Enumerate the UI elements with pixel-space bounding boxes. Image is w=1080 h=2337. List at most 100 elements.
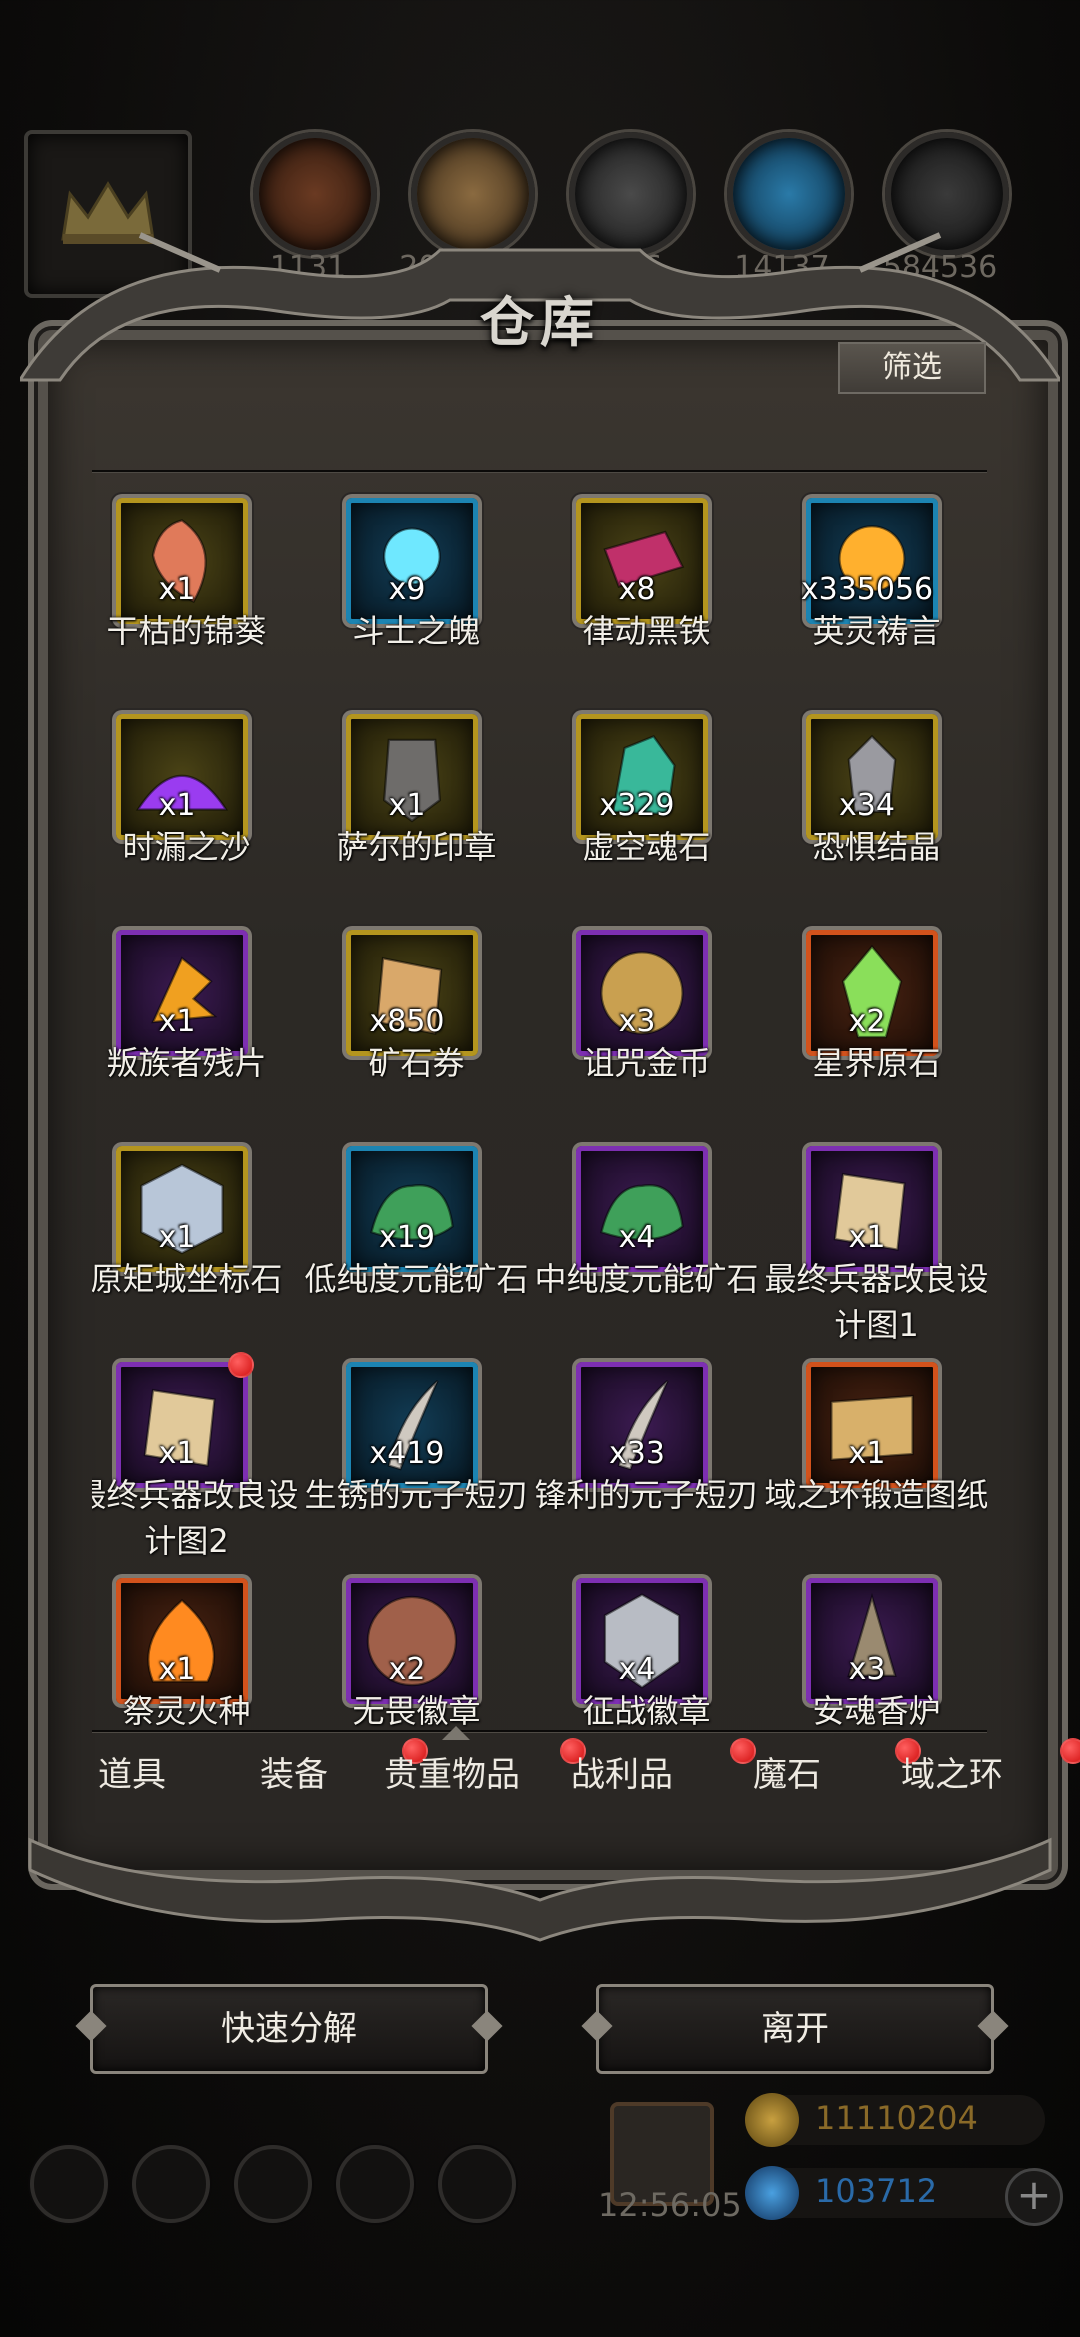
item-slot[interactable]: x4 中纯度元能矿石 [534, 1128, 759, 1338]
item-name: 星界原石 [812, 1044, 941, 1082]
item-name: 矿石券 [368, 1044, 465, 1082]
item-name: 低纯度元能矿石 [304, 1260, 529, 1298]
item-slot[interactable]: x329 虚空魂石 [534, 696, 759, 906]
item-name: 生锈的元子短刃 [304, 1476, 529, 1514]
item-slot[interactable]: x335056 英灵祷言 [764, 480, 987, 690]
item-name: 英灵祷言 [812, 612, 941, 650]
item-name: 域之环锻造图纸 [764, 1476, 987, 1514]
pentagram-icon[interactable] [132, 2145, 210, 2223]
item-slot[interactable]: x419 生锈的元子短刃 [304, 1344, 529, 1554]
item-quantity: x34 [839, 788, 895, 823]
item-slot[interactable]: x1 干枯的锦葵 [92, 480, 299, 690]
gold-value: 11110204 [815, 2099, 978, 2137]
item-name: 律动黑铁 [582, 612, 711, 650]
item-slot[interactable]: x2 无畏徽章 [304, 1560, 529, 1730]
gold-coin-icon [745, 2093, 799, 2147]
item-slot[interactable]: x9 斗士之魄 [304, 480, 529, 690]
tab-1[interactable]: 装备 [214, 1742, 374, 1808]
quick-decompose-button[interactable]: 快速分解 [90, 1984, 488, 2074]
gem-counter: 103712 [745, 2166, 1045, 2220]
item-slot[interactable]: x1 域之环锻造图纸 [764, 1344, 987, 1554]
item-name: 中纯度元能矿石 [534, 1260, 759, 1298]
item-quantity: x1 [158, 1436, 196, 1471]
item-name: 锋利的元子短刃 [534, 1476, 759, 1514]
category-tabs: 道具 装备 贵重物品 战利品 魔石 域之环 [92, 1726, 1080, 1812]
item-name: 萨尔的印章 [336, 828, 497, 866]
item-grid[interactable]: x1 干枯的锦葵 x9 斗士之魄 x8 律动黑铁 x335056 英灵祷言 x1 时漏之沙 x1 萨尔… [92, 480, 987, 1730]
item-name: 最终兵器改良设计图1 [764, 1260, 987, 1344]
item-slot[interactable]: x3 安魂香炉 [764, 1560, 987, 1730]
item-quantity: x419 [369, 1436, 445, 1471]
item-quantity: x1 [848, 1220, 886, 1255]
tab-5[interactable]: 域之环 [872, 1742, 1032, 1808]
bottom-menu [30, 2145, 516, 2225]
item-name: 斗士之魄 [352, 612, 481, 650]
item-name: 诅咒金币 [582, 1044, 711, 1082]
item-slot[interactable]: x19 低纯度元能矿石 [304, 1128, 529, 1338]
item-slot[interactable]: x34 恐惧结晶 [764, 696, 987, 906]
item-quantity: x850 [369, 1004, 445, 1039]
item-quantity: x9 [388, 572, 426, 607]
item-name: 安魂香炉 [812, 1692, 941, 1730]
active-tab-indicator [442, 1726, 470, 1740]
settings-gear-icon[interactable] [30, 2145, 108, 2223]
item-name: 恐惧结晶 [812, 828, 941, 866]
item-quantity: x2 [388, 1652, 426, 1687]
mail-icon[interactable] [336, 2145, 414, 2223]
item-quantity: x1 [158, 1652, 196, 1687]
cube-menu-icon[interactable] [438, 2145, 516, 2223]
tab-3[interactable]: 战利品 [542, 1742, 702, 1808]
item-slot[interactable]: x2 星界原石 [764, 912, 987, 1122]
item-quantity: x329 [599, 788, 675, 823]
item-quantity: x8 [618, 572, 656, 607]
gem-icon [745, 2166, 799, 2220]
item-quantity: x1 [158, 1004, 196, 1039]
item-name: 征战徽章 [582, 1692, 711, 1730]
gold-counter: 11110204 [745, 2093, 1045, 2147]
item-quantity: x335056 [800, 572, 934, 607]
item-quantity: x19 [379, 1220, 435, 1255]
guild-icon[interactable] [234, 2145, 312, 2223]
filter-button[interactable]: 筛选 [838, 342, 986, 394]
clock-text: 12:56:05 [598, 2186, 742, 2224]
item-quantity: x4 [618, 1220, 656, 1255]
item-name: 祭灵火种 [122, 1692, 251, 1730]
item-quantity: x1 [388, 788, 426, 823]
item-slot[interactable]: x1 原矩城坐标石 [92, 1128, 299, 1338]
item-slot[interactable]: x3 诅咒金币 [534, 912, 759, 1122]
item-quantity: x4 [618, 1652, 656, 1687]
item-name: 原矩城坐标石 [92, 1260, 283, 1298]
item-name: 虚空魂石 [582, 828, 711, 866]
item-slot[interactable]: x4 征战徽章 [534, 1560, 759, 1730]
item-name: 叛族者残片 [106, 1044, 267, 1082]
item-quantity: x1 [158, 1220, 196, 1255]
item-slot[interactable]: x1 叛族者残片 [92, 912, 299, 1122]
gem-value: 103712 [815, 2172, 938, 2210]
item-quantity: x3 [848, 1652, 886, 1687]
item-quantity: x33 [609, 1436, 665, 1471]
item-slot[interactable]: x1 最终兵器改良设计图2 [92, 1344, 299, 1560]
top-divider [92, 470, 987, 472]
item-quantity: x1 [158, 572, 196, 607]
item-name: 无畏徽章 [352, 1692, 481, 1730]
leave-button[interactable]: 离开 [596, 1984, 994, 2074]
tab-notification-dot [1060, 1738, 1080, 1764]
item-slot[interactable]: x1 祭灵火种 [92, 1560, 299, 1730]
item-quantity: x1 [848, 1436, 886, 1471]
item-slot[interactable]: x1 萨尔的印章 [304, 696, 529, 906]
item-slot[interactable]: x33 锋利的元子短刃 [534, 1344, 759, 1554]
item-quantity: x1 [158, 788, 196, 823]
tab-4[interactable]: 魔石 [707, 1742, 867, 1808]
item-name: 干枯的锦葵 [106, 612, 267, 650]
item-slot[interactable]: x850 矿石券 [304, 912, 529, 1122]
item-slot[interactable]: x1 时漏之沙 [92, 696, 299, 906]
item-name: 最终兵器改良设计图2 [92, 1476, 299, 1560]
item-name: 时漏之沙 [122, 828, 251, 866]
add-currency-button[interactable]: + [1005, 2168, 1063, 2226]
panel-frame-bottom-ornament [28, 1837, 1052, 1942]
bottom-divider [92, 1730, 987, 1732]
tab-0[interactable]: 道具 [52, 1742, 212, 1808]
item-slot[interactable]: x8 律动黑铁 [534, 480, 759, 690]
item-slot[interactable]: x1 最终兵器改良设计图1 [764, 1128, 987, 1344]
tab-2[interactable]: 贵重物品 [372, 1742, 532, 1808]
